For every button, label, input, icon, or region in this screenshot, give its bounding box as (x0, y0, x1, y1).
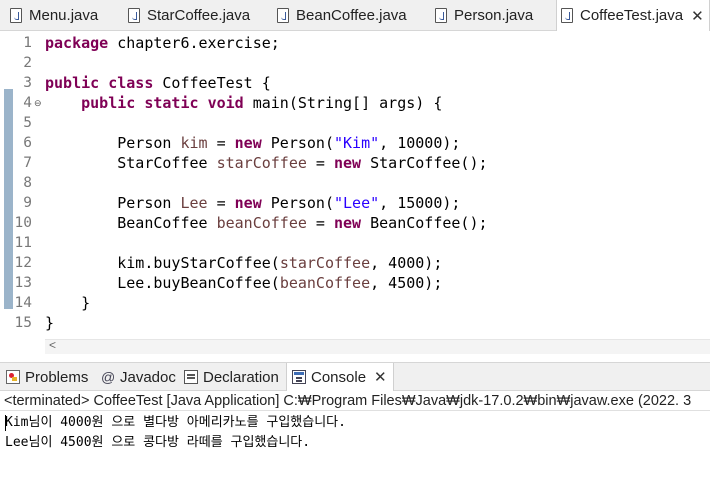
line-number: 2 (23, 55, 32, 71)
tab-beancoffee-java[interactable]: BeanCoffee.java (273, 0, 407, 30)
code-text: StarCoffee starCoffee = new StarCoffee()… (45, 154, 488, 172)
tab-coffeetest-java[interactable]: CoffeeTest.java ✕ (556, 0, 710, 31)
fold-toggle-icon[interactable]: ⊖ (34, 93, 42, 113)
tab-label: BeanCoffee.java (296, 6, 407, 24)
line-number: 7 (23, 155, 32, 171)
code-line: 8 (0, 173, 710, 193)
line-number: 3 (23, 75, 32, 91)
java-file-icon (128, 7, 140, 23)
tab-javadoc[interactable]: @ Javadoc (101, 363, 176, 391)
code-line: 13 Lee.buyBeanCoffee(beanCoffee, 4500); (0, 273, 710, 293)
code-line: 1 package chapter6.exercise; (0, 33, 710, 53)
code-text: package chapter6.exercise; (45, 34, 280, 52)
code-text: public static void main(String[] args) { (81, 94, 443, 112)
tab-starcoffee-java[interactable]: StarCoffee.java (124, 0, 250, 30)
line-number: 11 (14, 235, 32, 251)
code-text: Person kim = new Person("Kim", 10000); (45, 134, 461, 152)
console-icon (292, 370, 306, 384)
tab-declaration[interactable]: Declaration (184, 363, 279, 391)
horizontal-scrollbar[interactable]: < (45, 338, 710, 354)
code-line: 15} (0, 313, 710, 333)
java-file-icon (435, 7, 447, 23)
code-text: } (45, 314, 55, 332)
code-line: 10 BeanCoffee beanCoffee = new BeanCoffe… (0, 213, 710, 233)
code-line: 2 (0, 53, 710, 73)
java-file-icon (561, 8, 573, 23)
close-icon[interactable]: ✕ (374, 368, 387, 386)
editor-tab-bar: Menu.java StarCoffee.java BeanCoffee.jav… (0, 0, 710, 31)
tab-console[interactable]: Console ✕ (286, 363, 394, 391)
java-file-icon (277, 7, 289, 23)
code-line: 4 ⊖ public static void main(String[] args… (0, 93, 710, 113)
console-output-line: Lee님이 4500원 으로 콩다방 라떼를 구입했습니다. (5, 435, 311, 450)
code-line: 9 Person Lee = new Person("Lee", 15000); (0, 193, 710, 213)
console-status: <terminated> CoffeeTest [Java Applicatio… (0, 391, 710, 411)
line-number: 10 (14, 215, 32, 231)
tab-label: Declaration (203, 368, 279, 386)
line-number: 9 (23, 195, 32, 211)
tab-label: Problems (25, 368, 89, 386)
close-icon[interactable]: ✕ (691, 7, 704, 25)
code-line: 6 Person kim = new Person("Kim", 10000); (0, 133, 710, 153)
code-text: public class CoffeeTest { (45, 74, 271, 92)
tab-label: Console (311, 368, 367, 386)
tab-person-java[interactable]: Person.java (431, 0, 533, 30)
console-output[interactable]: Kim님이 4000원 으로 별다방 아메리카노를 구입했습니다. Lee님이 … (0, 413, 710, 484)
code-line: 7 StarCoffee starCoffee = new StarCoffee… (0, 153, 710, 173)
tab-label: Javadoc (120, 368, 176, 386)
code-text: kim.buyStarCoffee(starCoffee, 4000); (45, 254, 443, 272)
tab-problems[interactable]: Problems (6, 363, 88, 391)
code-line: 14 } (0, 293, 710, 313)
code-line: 5 (0, 113, 710, 133)
javadoc-icon: @ (101, 369, 116, 385)
tab-label: StarCoffee.java (147, 6, 251, 24)
code-editor[interactable]: 1 package chapter6.exercise; 2 3 public clas… (0, 31, 710, 339)
line-number: 8 (23, 175, 32, 191)
code-text: } (45, 294, 91, 312)
tab-label: CoffeeTest.java (580, 7, 684, 24)
line-number: 5 (23, 115, 32, 131)
declaration-icon (184, 370, 198, 384)
line-number: 13 (14, 275, 32, 291)
line-number: 1 (23, 35, 32, 51)
text-caret (5, 415, 6, 431)
tab-menu-java[interactable]: Menu.java (6, 0, 98, 30)
line-number: 4 (23, 95, 32, 111)
bottom-panel-tab-bar: Problems @ Javadoc Declaration Console ✕ (0, 362, 710, 391)
code-line: 12 kim.buyStarCoffee(starCoffee, 4000); (0, 253, 710, 273)
code-text: BeanCoffee beanCoffee = new BeanCoffee()… (45, 214, 488, 232)
code-text: Person Lee = new Person("Lee", 15000); (45, 194, 461, 212)
line-number: 14 (14, 295, 32, 311)
code-text: Lee.buyBeanCoffee(beanCoffee, 4500); (45, 274, 443, 292)
tab-label: Person.java (454, 6, 534, 24)
java-file-icon (10, 7, 22, 23)
problems-icon (6, 370, 20, 384)
line-number: 6 (23, 135, 32, 151)
code-line: 11 (0, 233, 710, 253)
code-line: 3 public class CoffeeTest { (0, 73, 710, 93)
console-output-line: Kim님이 4000원 으로 별다방 아메리카노를 구입했습니다. (5, 415, 346, 430)
tab-label: Menu.java (29, 6, 99, 24)
line-number: 15 (14, 315, 32, 331)
line-number: 12 (14, 255, 32, 271)
chevron-left-icon[interactable]: < (49, 338, 56, 352)
